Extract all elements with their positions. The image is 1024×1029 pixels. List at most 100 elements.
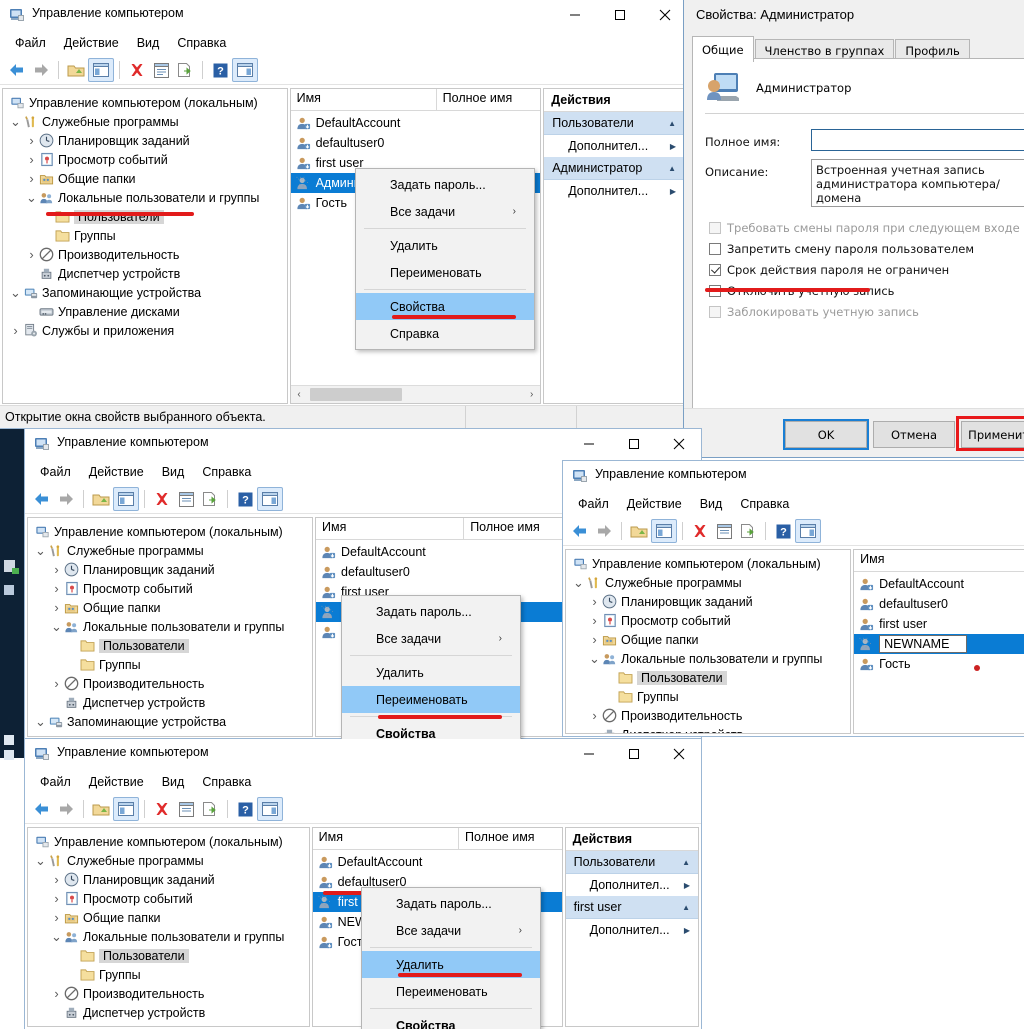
tree-item-4[interactable]: ⌄ Локальные пользователи и группы: [570, 649, 850, 668]
properties-icon[interactable]: [712, 520, 736, 542]
window-3-menubar[interactable]: Файл Действие Вид Справка: [563, 491, 1024, 517]
chevron-up-icon[interactable]: ▲: [682, 858, 690, 867]
list-item[interactable]: DefaultAccount: [854, 574, 1024, 594]
action-group-header[interactable]: Пользователи ▲: [565, 851, 698, 874]
chevron-up-icon[interactable]: ▲: [682, 903, 690, 912]
column-header-fullname[interactable]: Полное имя: [437, 89, 541, 110]
tree-item-3[interactable]: › Общие папки: [32, 908, 309, 927]
help-icon[interactable]: ?: [208, 59, 232, 81]
chevron-down-icon[interactable]: ⌄: [9, 112, 22, 131]
chevron-right-icon[interactable]: ›: [50, 889, 63, 908]
help-icon[interactable]: ?: [771, 520, 795, 542]
tree-item-8[interactable]: Диспетчер устройств: [570, 725, 850, 733]
chevron-right-icon[interactable]: ›: [25, 169, 38, 188]
show-action-pane-icon[interactable]: [257, 797, 283, 821]
close-button[interactable]: [642, 0, 687, 30]
column-header-name[interactable]: Имя: [316, 518, 465, 539]
minimize-button[interactable]: [566, 429, 611, 459]
description-input[interactable]: Встроенная учетная запись администратора…: [811, 159, 1024, 207]
tree-item-6[interactable]: Группы: [570, 687, 850, 706]
forward-icon[interactable]: [54, 488, 78, 510]
close-button[interactable]: [656, 429, 701, 459]
context-menu-4[interactable]: Задать пароль... Все задачи › Удалить Переим…: [361, 887, 541, 1029]
tree-item-2[interactable]: › Просмотр событий: [32, 889, 309, 908]
window-3-toolbar[interactable]: ?: [563, 517, 1024, 546]
administrator-properties-dialog[interactable]: Свойства: Администратор Общие Членство в…: [683, 0, 1024, 458]
delete-icon[interactable]: [688, 520, 712, 542]
show-hide-console-tree-icon[interactable]: [88, 58, 114, 82]
action-group-header[interactable]: Пользователи ▲: [544, 112, 684, 135]
chevron-right-icon[interactable]: ›: [25, 150, 38, 169]
menu-action[interactable]: Действие: [80, 772, 153, 792]
window-1-menubar[interactable]: Файл Действие Вид Справка: [0, 30, 687, 56]
properties-icon[interactable]: [174, 798, 198, 820]
tree-item-4[interactable]: ⌄ Локальные пользователи и группы: [32, 927, 309, 946]
context-menu-item[interactable]: Задать пароль...: [342, 598, 520, 625]
tree-root[interactable]: Управление компьютером (локальным): [32, 522, 312, 541]
window-2-controls[interactable]: [566, 429, 701, 459]
show-action-pane-icon[interactable]: [232, 58, 258, 82]
chevron-down-icon[interactable]: ⌄: [34, 712, 47, 731]
menu-help[interactable]: Справка: [193, 462, 260, 482]
close-button[interactable]: [656, 739, 701, 769]
chevron-up-icon[interactable]: ▲: [668, 119, 676, 128]
tree-item-8[interactable]: Диспетчер устройств: [32, 1003, 309, 1022]
column-header-fullname[interactable]: Полное имя: [464, 518, 568, 539]
tree-item-6[interactable]: Группы: [32, 965, 309, 984]
full-name-input[interactable]: [811, 129, 1024, 151]
tree-item-1[interactable]: › Планировщик заданий: [32, 560, 312, 579]
list-item[interactable]: Гость: [854, 654, 1024, 674]
chevron-right-icon[interactable]: ›: [50, 984, 63, 1003]
tree-item-9[interactable]: ⌄ Запоминающие устройства: [32, 712, 312, 731]
chevron-down-icon[interactable]: ⌄: [588, 649, 601, 668]
tree-item-4[interactable]: ⌄ Локальные пользователи и группы: [32, 617, 312, 636]
chevron-down-icon[interactable]: ⌄: [25, 188, 38, 207]
scroll-thumb[interactable]: [309, 388, 402, 401]
checkbox-row-1[interactable]: Запретить смену пароля пользователем: [709, 242, 1024, 256]
tree-root[interactable]: Управление компьютером (локальным): [7, 93, 287, 112]
window-1-toolbar[interactable]: ?: [0, 56, 687, 85]
window-1-controls[interactable]: [552, 0, 687, 30]
window-4-controls[interactable]: [566, 739, 701, 769]
column-header-name[interactable]: Имя: [854, 550, 1024, 571]
delete-icon[interactable]: [150, 488, 174, 510]
column-header-fullname[interactable]: Полное имя: [459, 828, 562, 849]
chevron-right-icon[interactable]: ›: [25, 245, 38, 264]
export-list-icon[interactable]: [198, 798, 222, 820]
chevron-right-icon[interactable]: ›: [50, 908, 63, 927]
tree-item-6[interactable]: Группы: [32, 655, 312, 674]
tree-item-7[interactable]: › Производительность: [570, 706, 850, 725]
context-menu-2[interactable]: Задать пароль... Все задачи › Удалить Переим…: [341, 595, 521, 739]
show-hide-console-tree-icon[interactable]: [113, 487, 139, 511]
chevron-down-icon[interactable]: ⌄: [50, 617, 63, 636]
chevron-down-icon[interactable]: ⌄: [9, 283, 22, 302]
list-header-2[interactable]: Имя Полное имя: [316, 518, 568, 540]
computer-management-window-3[interactable]: Управление компьютером Файл Действие Вид…: [562, 460, 1024, 737]
chevron-right-icon[interactable]: ›: [588, 611, 601, 630]
tree-item-11[interactable]: › Службы и приложения: [7, 321, 287, 340]
show-action-pane-icon[interactable]: [795, 519, 821, 543]
scroll-right-icon[interactable]: ›: [523, 389, 540, 400]
window-1-tree-pane[interactable]: Управление компьютером (локальным) ⌄ Служ…: [2, 88, 288, 404]
tree-item-9[interactable]: ⌄ Запоминающие устройства: [32, 1022, 309, 1027]
help-icon[interactable]: ?: [233, 488, 257, 510]
list-item[interactable]: NEWNAME: [854, 634, 1024, 654]
tab-general[interactable]: Общие: [692, 36, 754, 62]
context-menu-item[interactable]: Справка: [356, 320, 534, 347]
chevron-right-icon[interactable]: ›: [50, 560, 63, 579]
chevron-right-icon[interactable]: ›: [50, 674, 63, 693]
menu-file[interactable]: Файл: [31, 772, 80, 792]
tree-item-5[interactable]: Пользователи: [32, 636, 312, 655]
chevron-right-icon[interactable]: ›: [9, 321, 22, 340]
list-item[interactable]: defaultuser0: [854, 594, 1024, 614]
up-folder-icon[interactable]: [627, 520, 651, 542]
delete-icon[interactable]: [125, 59, 149, 81]
tree-item-1[interactable]: › Планировщик заданий: [32, 870, 309, 889]
column-header-name[interactable]: Имя: [291, 89, 437, 110]
tree-item-9[interactable]: ⌄ Запоминающие устройства: [7, 283, 287, 302]
chevron-right-icon[interactable]: ›: [588, 592, 601, 611]
chevron-right-icon[interactable]: ›: [25, 131, 38, 150]
action-group-header[interactable]: first user ▲: [565, 896, 698, 919]
menu-help[interactable]: Справка: [731, 494, 798, 514]
rename-input[interactable]: NEWNAME: [879, 635, 968, 653]
